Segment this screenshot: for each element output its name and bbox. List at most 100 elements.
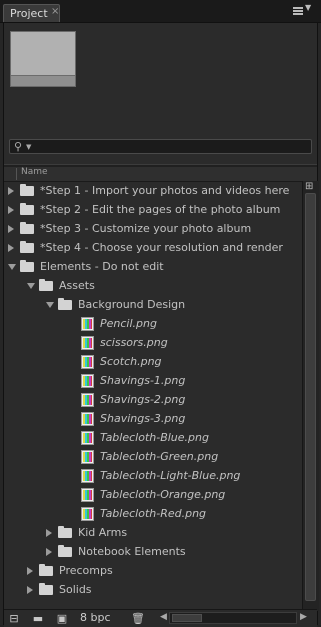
list-item-file[interactable]: Shavings-2.png <box>4 391 301 410</box>
item-label: *Step 1 - Import your photos and videos … <box>40 184 290 197</box>
footage-file-icon <box>81 507 94 521</box>
column-separator <box>16 168 17 180</box>
interpret-footage-icon[interactable]: ⊟ <box>7 612 21 625</box>
horizontal-scroll-thumb[interactable] <box>172 614 202 622</box>
item-label: Pencil.png <box>100 317 157 330</box>
footage-file-icon <box>81 431 94 445</box>
list-item-file[interactable]: scissors.png <box>4 334 301 353</box>
item-label: Shavings-3.png <box>100 412 186 425</box>
item-label: *Step 4 - Choose your resolution and ren… <box>40 241 283 254</box>
scroll-left-icon[interactable]: ◀ <box>160 612 167 622</box>
folder-icon <box>39 583 53 595</box>
new-folder-icon[interactable]: ▬ <box>31 612 45 625</box>
item-label: Assets <box>59 279 95 292</box>
color-depth-label[interactable]: 8 bpc <box>80 611 111 624</box>
tab-bar: Project × ▼ <box>0 0 321 23</box>
list-item-folder[interactable]: Background Design <box>4 296 301 315</box>
scroll-right-icon[interactable]: ▶ <box>300 612 307 622</box>
list-item-folder[interactable]: *Step 3 - Customize your photo album <box>4 220 301 239</box>
item-label: Kid Arms <box>78 526 128 539</box>
item-label: Tablecloth-Green.png <box>100 450 219 463</box>
vertical-scrollbar[interactable]: ⊞ <box>302 181 319 611</box>
list-item-folder[interactable]: Notebook Elements <box>4 543 301 562</box>
flowchart-icon[interactable]: ⊞ <box>305 181 313 192</box>
item-label: Tablecloth-Red.png <box>100 507 207 520</box>
column-name-header[interactable]: Name <box>21 167 48 177</box>
project-item-list: *Step 1 - Import your photos and videos … <box>4 182 301 597</box>
project-panel: Project × ▼ ⚲ ▼ Name *Step 1 - Import yo… <box>0 0 321 627</box>
list-item-file[interactable]: Tablecloth-Green.png <box>4 448 301 467</box>
column-header: Name <box>4 167 317 182</box>
list-item-file[interactable]: Pencil.png <box>4 315 301 334</box>
list-item-file[interactable]: Shavings-1.png <box>4 372 301 391</box>
list-item-folder[interactable]: *Step 1 - Import your photos and videos … <box>4 182 301 201</box>
expand-right-icon[interactable] <box>8 244 14 252</box>
panel-menu-icon[interactable]: ▼ <box>293 3 315 17</box>
list-item-folder[interactable]: *Step 2 - Edit the pages of the photo al… <box>4 201 301 220</box>
expand-right-icon[interactable] <box>46 529 52 537</box>
footage-file-icon <box>81 393 94 407</box>
project-content: ⚲ ▼ Name *Step 1 - Import your photos an… <box>3 22 319 627</box>
folder-icon <box>58 545 72 557</box>
tab-close-button[interactable]: × <box>51 6 59 17</box>
item-label: *Step 3 - Customize your photo album <box>40 222 252 235</box>
footage-file-icon <box>81 412 94 426</box>
list-item-folder[interactable]: Kid Arms <box>4 524 301 543</box>
footage-file-icon <box>81 336 94 350</box>
list-item-file[interactable]: Tablecloth-Light-Blue.png <box>4 467 301 486</box>
list-item-file[interactable]: Tablecloth-Red.png <box>4 505 301 524</box>
list-item-file[interactable]: Scotch.png <box>4 353 301 372</box>
list-item-folder[interactable]: Solids <box>4 581 301 597</box>
expand-right-icon[interactable] <box>8 187 14 195</box>
item-label: Tablecloth-Blue.png <box>100 431 209 444</box>
new-composition-icon[interactable]: ▣ <box>55 612 69 625</box>
expand-right-icon[interactable] <box>46 548 52 556</box>
chevron-down-icon[interactable]: ▼ <box>26 143 31 151</box>
expand-right-icon[interactable] <box>8 206 14 214</box>
folder-icon <box>20 203 34 215</box>
tab-title: Project <box>10 7 48 20</box>
tab-project[interactable]: Project × <box>3 4 60 22</box>
expand-right-icon[interactable] <box>27 567 33 575</box>
folder-icon <box>20 222 34 234</box>
item-label: Solids <box>59 583 92 596</box>
expand-down-icon[interactable] <box>8 264 16 270</box>
list-item-file[interactable]: Shavings-3.png <box>4 410 301 429</box>
list-item-file[interactable]: Tablecloth-Blue.png <box>4 429 301 448</box>
list-item-folder[interactable]: *Step 4 - Choose your resolution and ren… <box>4 239 301 258</box>
item-label: Tablecloth-Light-Blue.png <box>100 469 241 482</box>
scrollbar-thumb[interactable] <box>305 193 316 601</box>
search-icon: ⚲ <box>14 140 23 153</box>
folder-icon <box>20 241 34 253</box>
item-label: *Step 2 - Edit the pages of the photo al… <box>40 203 281 216</box>
panel-footer: ⊟ ▬ ▣ 8 bpc 🗑 ◀ ▶ <box>4 609 317 627</box>
folder-icon <box>39 279 53 291</box>
list-item-folder[interactable]: Assets <box>4 277 301 296</box>
footage-file-icon <box>81 450 94 464</box>
footage-file-icon <box>81 469 94 483</box>
horizontal-scrollbar[interactable] <box>169 612 297 624</box>
list-item-file[interactable]: Tablecloth-Orange.png <box>4 486 301 505</box>
folder-icon <box>20 184 34 196</box>
expand-right-icon[interactable] <box>27 586 33 594</box>
trash-icon[interactable]: 🗑 <box>131 612 145 625</box>
list-item-folder[interactable]: Elements - Do not edit <box>4 258 301 277</box>
item-label: Elements - Do not edit <box>40 260 164 273</box>
folder-icon <box>20 260 34 272</box>
expand-right-icon[interactable] <box>8 225 14 233</box>
list-item-folder[interactable]: Precomps <box>4 562 301 581</box>
item-label: Tablecloth-Orange.png <box>100 488 226 501</box>
footage-file-icon <box>81 355 94 369</box>
footage-file-icon <box>81 374 94 388</box>
folder-icon <box>58 298 72 310</box>
search-input[interactable]: ⚲ ▼ <box>9 139 312 154</box>
folder-icon <box>58 526 72 538</box>
expand-down-icon[interactable] <box>27 283 35 289</box>
expand-down-icon[interactable] <box>46 302 54 308</box>
item-label: Notebook Elements <box>78 545 186 558</box>
item-label: Shavings-2.png <box>100 393 186 406</box>
item-label: Shavings-1.png <box>100 374 186 387</box>
footage-file-icon <box>81 488 94 502</box>
preview-thumbnail <box>10 31 76 87</box>
item-label: Precomps <box>59 564 113 577</box>
